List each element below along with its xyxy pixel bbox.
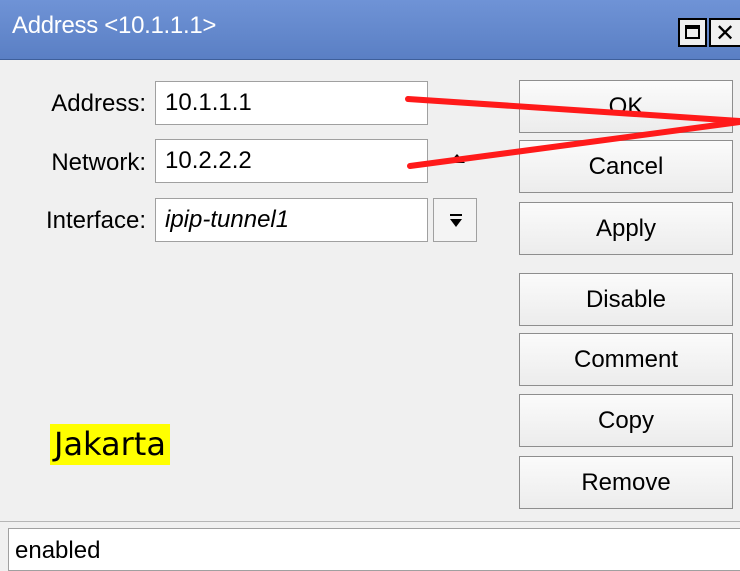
- window-title: Address <10.1.1.1>: [12, 12, 217, 39]
- maximize-icon[interactable]: [678, 18, 707, 47]
- ok-button[interactable]: OK: [519, 80, 733, 133]
- status-bar: enabled: [8, 528, 740, 571]
- cancel-button[interactable]: Cancel: [519, 140, 733, 193]
- interface-dropdown-button[interactable]: [433, 198, 477, 242]
- apply-button[interactable]: Apply: [519, 202, 733, 255]
- address-dialog: Address <10.1.1.1> Address: 10.1.1.1 Net…: [0, 0, 740, 571]
- network-field[interactable]: 10.2.2.2: [155, 139, 428, 183]
- network-label: Network:: [51, 149, 146, 176]
- address-field[interactable]: 10.1.1.1: [155, 81, 428, 125]
- disable-button[interactable]: Disable: [519, 273, 733, 326]
- status-text: enabled: [15, 537, 101, 564]
- address-label: Address:: [51, 90, 146, 117]
- comment-button[interactable]: Comment: [519, 333, 733, 386]
- status-separator: [0, 521, 740, 522]
- interface-select[interactable]: ipip-tunnel1: [155, 198, 428, 242]
- dropdown-arrow-icon: [450, 214, 462, 227]
- collapse-up-icon[interactable]: [446, 153, 468, 165]
- interface-label: Interface:: [45, 207, 146, 234]
- copy-button[interactable]: Copy: [519, 394, 733, 447]
- site-annotation-label: Jakarta: [50, 424, 170, 465]
- remove-button[interactable]: Remove: [519, 456, 733, 509]
- title-bar[interactable]: Address <10.1.1.1>: [0, 0, 740, 60]
- close-icon[interactable]: [709, 18, 740, 47]
